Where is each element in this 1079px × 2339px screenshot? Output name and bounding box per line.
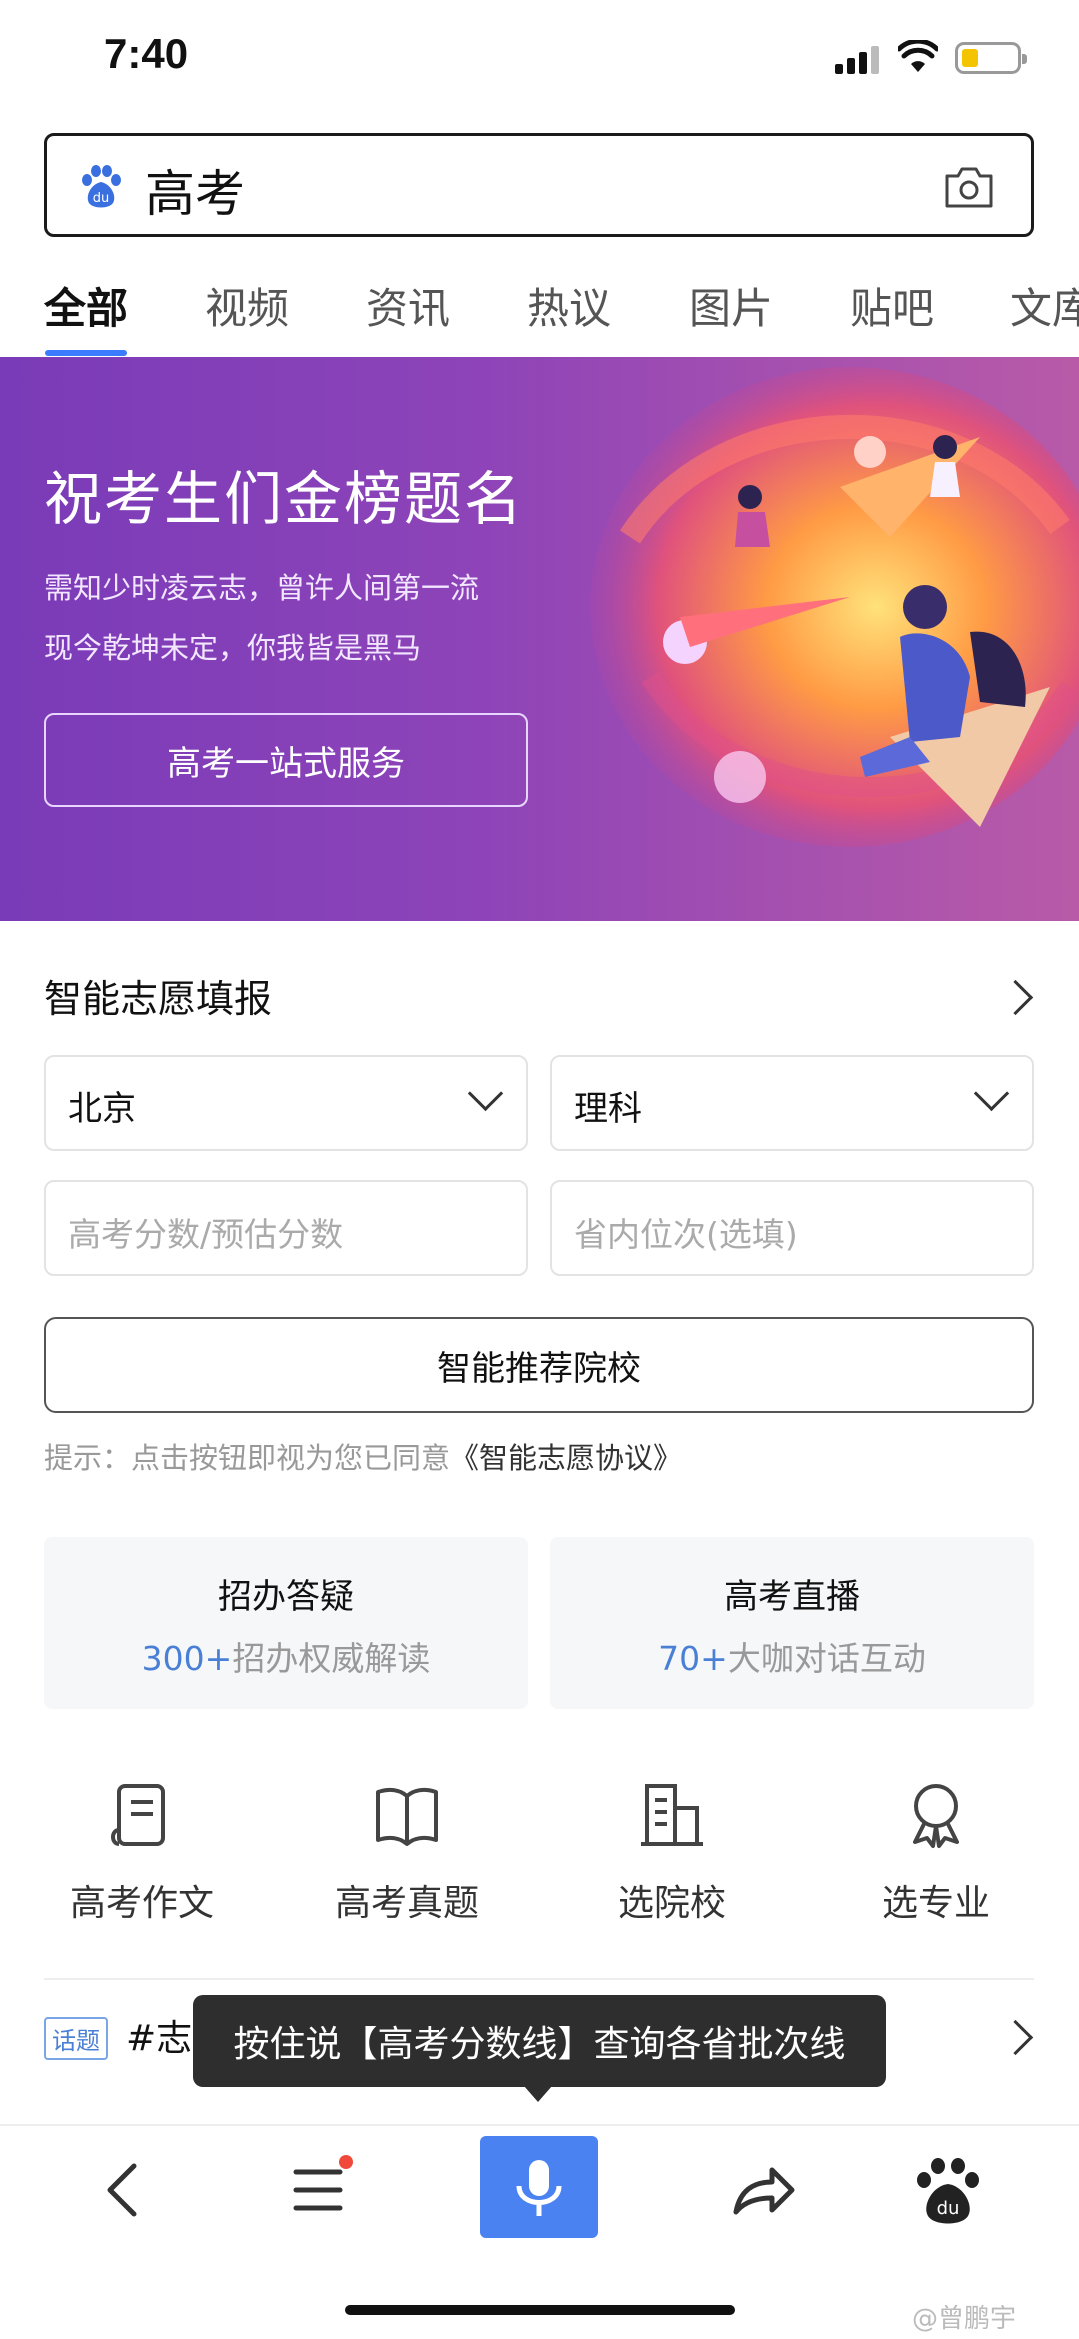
banner-illustration	[590, 367, 1079, 847]
svg-text:du: du	[93, 191, 110, 206]
chevron-down-icon	[973, 1075, 1010, 1112]
document-icon	[111, 1784, 165, 1846]
card-live[interactable]: 高考直播 70+大咖对话互动	[550, 1537, 1034, 1709]
rank-input[interactable]: 省内位次(选填)	[550, 1180, 1034, 1276]
back-icon[interactable]	[86, 2150, 166, 2230]
agreement-hint: 提示：点击按钮即视为您已同意《智能志愿协议》	[44, 1435, 682, 1477]
quick-link-majors[interactable]: 选专业	[836, 1780, 1036, 1926]
home-indicator[interactable]	[345, 2305, 735, 2315]
subject-select[interactable]: 理科	[550, 1055, 1034, 1151]
wifi-icon	[898, 40, 938, 72]
tab-all[interactable]: 全部	[44, 275, 128, 336]
tab-hot[interactable]: 热议	[527, 275, 611, 336]
quick-link-label: 选专业	[881, 1883, 990, 1924]
score-input[interactable]: 高考分数/预估分数	[44, 1180, 528, 1276]
banner-line-2: 现今乾坤未定，你我皆是黑马	[44, 631, 422, 665]
card-desc: 招办权威解读	[232, 1639, 431, 1678]
award-icon	[913, 1784, 959, 1848]
quick-link-label: 高考作文	[69, 1883, 214, 1924]
topic-tag: 话题	[44, 2017, 108, 2060]
score-placeholder: 高考分数/预估分数	[68, 1215, 344, 1254]
card-count: 70+	[658, 1639, 728, 1678]
card-title: 高考直播	[724, 1577, 860, 1617]
chevron-right-icon[interactable]	[997, 979, 1034, 1016]
agreement-link[interactable]: 《智能志愿协议》	[450, 1441, 682, 1475]
book-icon	[376, 1787, 438, 1846]
status-time: 7:40	[104, 30, 189, 77]
card-admission-qa[interactable]: 招办答疑 300+招办权威解读	[44, 1537, 528, 1709]
watermark: @曾鹏宇	[912, 2304, 1017, 2334]
search-box[interactable]: du 高考	[44, 133, 1034, 237]
quick-link-schools[interactable]: 选院校	[572, 1780, 772, 1926]
quick-link-essay[interactable]: 高考作文	[42, 1780, 242, 1926]
baidu-paw-icon: du	[82, 165, 121, 208]
building-icon	[641, 1784, 703, 1846]
tab-tieba[interactable]: 贴吧	[850, 275, 934, 336]
hint-text: 提示：点击按钮即视为您已同意	[44, 1441, 451, 1475]
search-input[interactable]: 高考	[145, 154, 245, 226]
province-value: 北京	[68, 1089, 136, 1129]
one-stop-service-button[interactable]: 高考一站式服务	[44, 713, 528, 807]
active-tab-indicator	[45, 350, 127, 356]
card-desc: 大咖对话互动	[727, 1639, 926, 1678]
quick-link-label: 选院校	[617, 1883, 726, 1924]
card-count: 300+	[141, 1639, 233, 1678]
card-subtitle: 70+大咖对话互动	[550, 1632, 1034, 1680]
province-select[interactable]: 北京	[44, 1055, 528, 1151]
recommend-schools-button[interactable]: 智能推荐院校	[44, 1317, 1034, 1413]
card-subtitle: 300+招办权威解读	[44, 1632, 528, 1680]
share-icon[interactable]	[722, 2150, 802, 2230]
tab-images[interactable]: 图片	[689, 275, 773, 336]
menu-icon[interactable]	[278, 2150, 358, 2230]
tooltip-arrow	[524, 2086, 552, 2102]
battery-icon	[955, 42, 1027, 74]
tab-news[interactable]: 资讯	[366, 275, 450, 336]
tab-wenku[interactable]: 文库	[1010, 275, 1079, 336]
voice-tooltip: 按住说【高考分数线】查询各省批次线	[193, 1995, 886, 2087]
subject-value: 理科	[574, 1089, 642, 1129]
card-title: 招办答疑	[218, 1577, 354, 1617]
tab-video[interactable]: 视频	[205, 275, 289, 336]
microphone-icon	[516, 2160, 562, 2216]
banner-line-1: 需知少时凌云志，曾许人间第一流	[44, 571, 480, 605]
svg-text:du: du	[937, 2198, 960, 2219]
voice-search-button[interactable]	[480, 2136, 598, 2238]
cellular-signal-icon	[835, 44, 881, 74]
quick-link-exams[interactable]: 高考真题	[307, 1780, 507, 1926]
divider	[44, 1978, 1034, 1980]
quick-link-label: 高考真题	[334, 1883, 479, 1924]
chevron-down-icon	[467, 1075, 504, 1112]
gaokao-banner[interactable]: 祝考生们金榜题名 需知少时凌云志，曾许人间第一流 现今乾坤未定，你我皆是黑马 高…	[0, 357, 1079, 921]
camera-icon[interactable]	[943, 164, 995, 210]
baidu-home-icon[interactable]: du	[908, 2150, 988, 2230]
section-title-volunteer: 智能志愿填报	[44, 977, 273, 1021]
rank-placeholder: 省内位次(选填)	[574, 1215, 798, 1254]
banner-title: 祝考生们金榜题名	[44, 465, 525, 533]
